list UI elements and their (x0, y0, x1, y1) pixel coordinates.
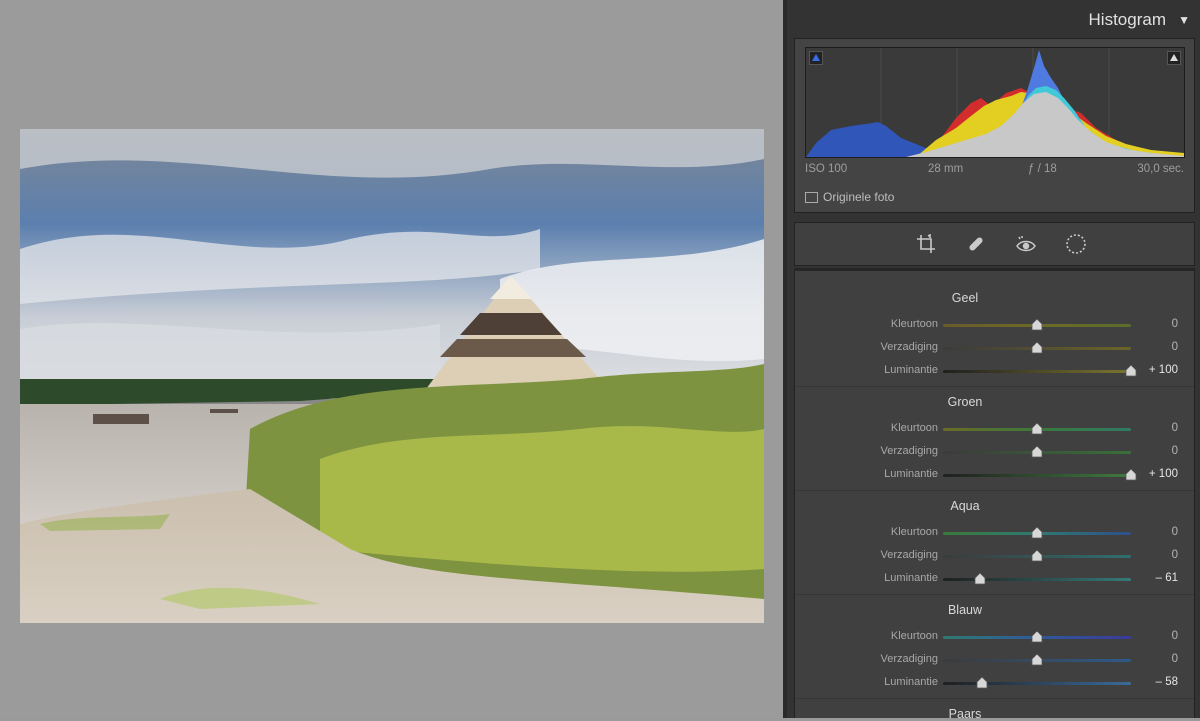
exif-iso: ISO 100 (805, 163, 848, 175)
slider-thumb[interactable] (1031, 526, 1043, 539)
exif-aperture: ƒ / 18 (1028, 163, 1057, 175)
tool-strip (794, 222, 1195, 266)
group-divider (795, 698, 1194, 699)
checkbox-icon[interactable] (805, 191, 818, 203)
slider-thumb[interactable] (1031, 318, 1043, 331)
slider-row-aqua-verzadiging: Verzadiging 0 (795, 546, 1195, 566)
group-title-geel: Geel (951, 291, 979, 305)
shadow-clipping-icon[interactable] (809, 51, 823, 65)
hsl-color-panel: Geel Kleurtoon 0 Verzadiging 0 Luminantie + 10… (794, 271, 1195, 721)
red-eye-icon[interactable] (1014, 232, 1038, 256)
group-divider (795, 594, 1194, 595)
slider-label: Verzadiging (880, 341, 939, 353)
histogram-box: ISO 100 28 mm ƒ / 18 30,0 sec. Originele… (794, 38, 1195, 213)
slider-label: Luminantie (884, 468, 938, 480)
photo-canvas (0, 0, 783, 718)
exif-shutter-speed: 30,0 sec. (1137, 163, 1184, 175)
crop-icon[interactable] (914, 232, 938, 256)
slider-value[interactable]: + 100 (1149, 468, 1178, 480)
slider-row-groen-verzadiging: Verzadiging 0 (795, 442, 1195, 462)
slider-row-groen-kleurtoon: Kleurtoon 0 (795, 419, 1195, 439)
slider-row-geel-kleurtoon: Kleurtoon 0 (795, 315, 1195, 335)
exif-focal-length: 28 mm (928, 163, 964, 175)
slider-row-geel-verzadiging: Verzadiging 0 (795, 338, 1195, 358)
slider-label: Kleurtoon (890, 422, 938, 434)
slider-value[interactable]: 0 (1172, 422, 1178, 434)
slider-value[interactable]: – 58 (1156, 676, 1178, 688)
group-title-groen: Groen (947, 395, 983, 409)
group-divider (795, 386, 1194, 387)
slider-thumb[interactable] (974, 572, 986, 585)
group-title-aqua: Aqua (950, 499, 980, 513)
slider-thumb[interactable] (1031, 341, 1043, 354)
histogram-title: Histogram (1088, 10, 1166, 29)
slider-track[interactable] (943, 474, 1131, 477)
slider-thumb[interactable] (1031, 445, 1043, 458)
masking-icon[interactable] (1064, 232, 1088, 256)
slider-thumb[interactable] (1125, 468, 1137, 481)
develop-panel: Histogram ▼ ISO 100 28 mm ƒ / 18 30,0 se… (787, 0, 1200, 721)
group-divider (795, 490, 1194, 491)
slider-track[interactable] (943, 370, 1131, 373)
slider-value[interactable]: 0 (1172, 341, 1178, 353)
slider-row-blauw-luminantie: Luminantie – 58 (795, 673, 1195, 693)
slider-label: Verzadiging (880, 653, 939, 665)
slider-value[interactable]: – 61 (1156, 572, 1178, 584)
original-photo-label: Originele foto (823, 190, 895, 204)
healing-brush-icon[interactable] (964, 232, 988, 256)
slider-value[interactable]: 0 (1172, 549, 1178, 561)
slider-thumb[interactable] (1031, 549, 1043, 562)
slider-value[interactable]: 0 (1172, 630, 1178, 642)
landscape-photo (20, 129, 764, 623)
slider-label: Verzadiging (880, 445, 939, 457)
slider-value[interactable]: 0 (1172, 526, 1178, 538)
slider-row-blauw-verzadiging: Verzadiging 0 (795, 650, 1195, 670)
slider-value[interactable]: 0 (1172, 318, 1178, 330)
group-title-paars: Paars (948, 707, 982, 721)
slider-track[interactable] (943, 682, 1131, 685)
original-photo-checkbox[interactable]: Originele foto (805, 190, 894, 204)
slider-thumb[interactable] (1031, 630, 1043, 643)
slider-thumb[interactable] (976, 676, 988, 689)
highlight-clipping-icon[interactable] (1167, 51, 1181, 65)
slider-value[interactable]: 0 (1172, 653, 1178, 665)
histogram-graph[interactable] (805, 47, 1185, 158)
group-title-blauw: Blauw (947, 603, 983, 617)
slider-label: Kleurtoon (890, 526, 938, 538)
photo-preview[interactable] (20, 129, 764, 623)
slider-label: Luminantie (884, 676, 938, 688)
slider-row-groen-luminantie: Luminantie + 100 (795, 465, 1195, 485)
slider-track[interactable] (943, 578, 1131, 581)
slider-label: Luminantie (884, 364, 938, 376)
slider-row-blauw-kleurtoon: Kleurtoon 0 (795, 627, 1195, 647)
slider-value[interactable]: + 100 (1149, 364, 1178, 376)
slider-thumb[interactable] (1125, 364, 1137, 377)
slider-thumb[interactable] (1031, 653, 1043, 666)
slider-row-aqua-luminantie: Luminantie – 61 (795, 569, 1195, 589)
collapse-triangle-icon[interactable]: ▼ (1178, 13, 1190, 27)
slider-label: Luminantie (884, 572, 938, 584)
slider-row-aqua-kleurtoon: Kleurtoon 0 (795, 523, 1195, 543)
slider-value[interactable]: 0 (1172, 445, 1178, 457)
histogram-header[interactable]: Histogram ▼ (787, 0, 1200, 38)
slider-row-geel-luminantie: Luminantie + 100 (795, 361, 1195, 381)
slider-label: Kleurtoon (890, 630, 938, 642)
slider-label: Kleurtoon (890, 318, 938, 330)
slider-thumb[interactable] (1031, 422, 1043, 435)
slider-label: Verzadiging (880, 549, 939, 561)
